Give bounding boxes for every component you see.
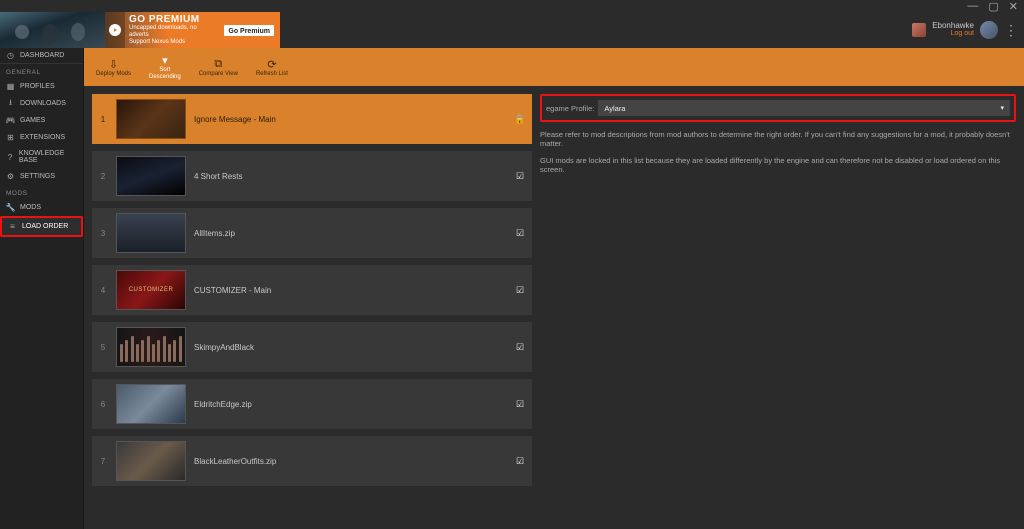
checkbox[interactable]: ☑ xyxy=(514,456,526,467)
sidebar-item-mods[interactable]: 🔧MODS xyxy=(0,199,83,216)
mod-name: CUSTOMIZER - Main xyxy=(194,286,506,295)
sidebar-item-downloads[interactable]: ⭳DOWNLOADS xyxy=(0,95,83,112)
row-index: 4 xyxy=(98,286,108,295)
load-order-row[interactable]: 4 CUSTOMIZER CUSTOMIZER - Main ☑ xyxy=(92,265,532,315)
profile-selected-value: Aylara xyxy=(604,104,625,113)
sort-icon: ▾ xyxy=(162,54,168,66)
list-icon: ≡ xyxy=(8,222,17,231)
mod-name: BlackLeatherOutfits.zip xyxy=(194,457,506,466)
compare-view-button[interactable]: ⧉Compare View xyxy=(195,56,242,79)
lock-icon: 🔒 xyxy=(514,114,526,125)
mod-thumbnail xyxy=(116,327,186,367)
profile-selector-box: egame Profile: Aylara ▾ xyxy=(540,94,1016,122)
load-order-row[interactable]: 7 BlackLeatherOutfits.zip ☑ xyxy=(92,436,532,486)
promo-sub1: Uncapped downloads, no adverts xyxy=(129,25,214,39)
help-text-2: GUI mods are locked in this list because… xyxy=(540,156,1016,174)
promo-title: GO PREMIUM xyxy=(129,14,214,25)
mod-name: 4 Short Rests xyxy=(194,172,506,181)
user-info[interactable]: Ebonhawke Log out xyxy=(932,22,974,38)
load-order-row[interactable]: 2 4 Short Rests ☑ xyxy=(92,151,532,201)
mod-thumbnail xyxy=(116,99,186,139)
load-order-list: 1 Ignore Message - Main 🔒 2 4 Short Rests ☑ 3 A… xyxy=(92,94,532,521)
sidebar-item-games[interactable]: 🎮GAMES xyxy=(0,112,83,129)
info-pane: egame Profile: Aylara ▾ Please refer to … xyxy=(540,94,1016,521)
row-index: 6 xyxy=(98,400,108,409)
load-order-row[interactable]: 3 AllItems.zip ☑ xyxy=(92,208,532,258)
refresh-list-button[interactable]: ⟳Refresh List xyxy=(252,56,292,79)
promo-text: GO PREMIUM Uncapped downloads, no advert… xyxy=(125,12,218,48)
load-order-row[interactable]: 5 SkimpyAndBlack ☑ xyxy=(92,322,532,372)
load-order-row[interactable]: 1 Ignore Message - Main 🔒 xyxy=(92,94,532,144)
window-titlebar: — ▢ ✕ xyxy=(0,0,1024,12)
row-index: 5 xyxy=(98,343,108,352)
premium-promo[interactable]: GO PREMIUM Uncapped downloads, no advert… xyxy=(0,12,280,48)
header-band: GO PREMIUM Uncapped downloads, no advert… xyxy=(0,12,1024,48)
mod-name: SkimpyAndBlack xyxy=(194,343,506,352)
sidebar-section-general: GENERAL xyxy=(0,64,83,78)
menu-more-icon[interactable]: ⋮ xyxy=(1004,22,1016,39)
grid-icon: ▦ xyxy=(6,82,15,91)
go-premium-button[interactable]: Go Premium xyxy=(223,24,275,37)
profile-select[interactable]: Aylara ▾ xyxy=(598,100,1010,116)
sidebar: ◷ DASHBOARD GENERAL ▦PROFILES ⭳DOWNLOADS… xyxy=(0,48,84,529)
sidebar-item-extensions[interactable]: ⊞EXTENSIONS xyxy=(0,129,83,146)
mod-name: Ignore Message - Main xyxy=(194,115,506,124)
sidebar-section-mods: MODS xyxy=(0,185,83,199)
sidebar-item-profiles[interactable]: ▦PROFILES xyxy=(0,78,83,95)
main-area: ⇩Deploy Mods ▾SortDescending ⧉Compare Vi… xyxy=(84,48,1024,529)
logout-link[interactable]: Log out xyxy=(951,30,974,38)
checkbox[interactable]: ☑ xyxy=(514,171,526,182)
sort-button[interactable]: ▾SortDescending xyxy=(145,52,185,82)
mod-thumbnail: CUSTOMIZER xyxy=(116,270,186,310)
gamepad-icon: 🎮 xyxy=(6,116,15,125)
row-index: 3 xyxy=(98,229,108,238)
mod-name: AllItems.zip xyxy=(194,229,506,238)
deploy-mods-button[interactable]: ⇩Deploy Mods xyxy=(92,56,135,79)
sidebar-item-load-order[interactable]: ≡LOAD ORDER xyxy=(0,216,83,237)
load-order-row[interactable]: 6 EldritchEdge.zip ☑ xyxy=(92,379,532,429)
chevron-down-icon: ▾ xyxy=(1000,104,1004,112)
user-avatar[interactable] xyxy=(980,21,998,39)
profile-label: egame Profile: xyxy=(546,104,594,113)
checkbox[interactable]: ☑ xyxy=(514,399,526,410)
help-text-1: Please refer to mod descriptions from mo… xyxy=(540,130,1016,148)
sidebar-item-dashboard[interactable]: ◷ DASHBOARD xyxy=(0,48,83,64)
checkbox[interactable]: ☑ xyxy=(514,285,526,296)
mod-thumbnail xyxy=(116,384,186,424)
mod-thumbnail xyxy=(116,213,186,253)
promo-sub2: Support Nexus Mods xyxy=(129,39,214,46)
notification-avatar[interactable] xyxy=(912,23,926,37)
mod-thumbnail xyxy=(116,441,186,481)
toolbar: ⇩Deploy Mods ▾SortDescending ⧉Compare Vi… xyxy=(84,48,1024,86)
refresh-icon: ⟳ xyxy=(267,58,276,70)
compare-icon: ⧉ xyxy=(214,58,222,70)
puzzle-icon: ⊞ xyxy=(6,133,15,142)
sidebar-item-knowledge-base[interactable]: ?KNOWLEDGE BASE xyxy=(0,146,83,168)
download-icon: ⭳ xyxy=(6,99,15,108)
checkbox[interactable]: ☑ xyxy=(514,228,526,239)
play-icon[interactable] xyxy=(105,12,125,48)
sidebar-label: DASHBOARD xyxy=(20,52,64,59)
minimize-button[interactable]: — xyxy=(967,0,978,12)
row-index: 2 xyxy=(98,172,108,181)
mod-name: EldritchEdge.zip xyxy=(194,400,506,409)
close-button[interactable]: ✕ xyxy=(1009,0,1018,13)
help-icon: ? xyxy=(6,153,14,162)
checkbox[interactable]: ☑ xyxy=(514,342,526,353)
promo-art xyxy=(0,12,105,48)
gauge-icon: ◷ xyxy=(6,51,15,60)
mod-thumbnail xyxy=(116,156,186,196)
wrench-icon: 🔧 xyxy=(6,203,15,212)
deploy-icon: ⇩ xyxy=(109,58,118,70)
gear-icon: ⚙ xyxy=(6,172,15,181)
maximize-button[interactable]: ▢ xyxy=(988,0,998,13)
user-area: Ebonhawke Log out ⋮ xyxy=(904,12,1024,48)
sidebar-item-settings[interactable]: ⚙SETTINGS xyxy=(0,168,83,185)
row-index: 7 xyxy=(98,457,108,466)
user-name: Ebonhawke xyxy=(932,22,974,30)
row-index: 1 xyxy=(98,115,108,124)
